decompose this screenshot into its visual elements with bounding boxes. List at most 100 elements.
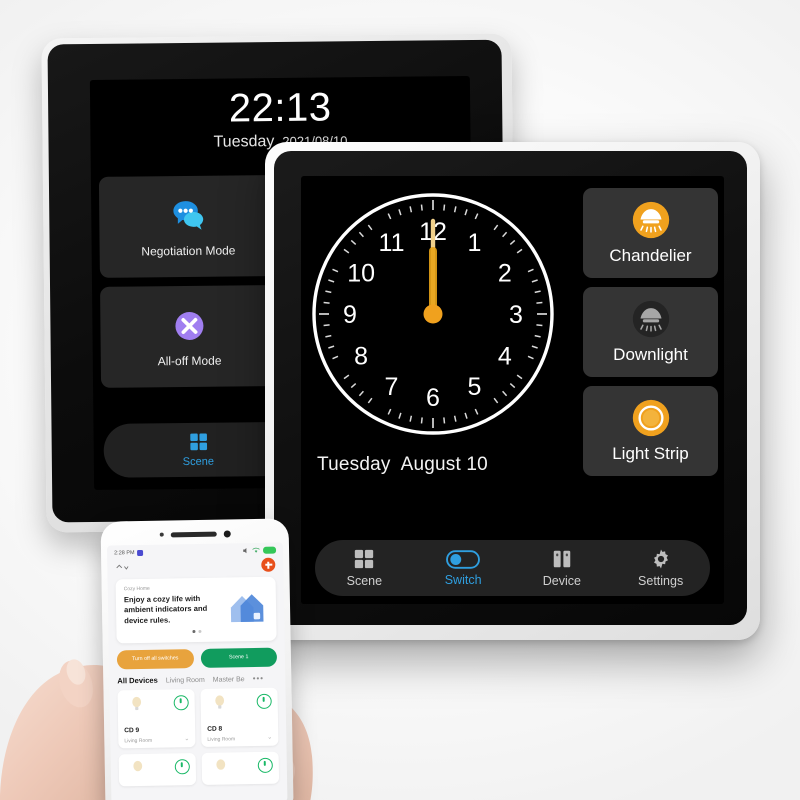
front-weekday: Tuesday [317,454,391,475]
sound-icon [243,547,247,554]
app-badge-icon [137,549,144,556]
power-toggle-icon[interactable] [174,758,190,775]
room-tab-living-room[interactable]: Living Room [166,677,205,685]
clock-numeral: 11 [379,229,405,257]
home-selector-icon[interactable] [115,563,129,572]
chevron-down-icon[interactable]: ⌄ [267,733,272,740]
scene-card-negotiation[interactable]: Negotiation Mode [98,175,278,278]
nav-label: Device [542,574,581,588]
device-name: CD 9 [124,726,140,735]
gear-icon [653,549,668,569]
chandelier-lamp-icon [632,201,669,239]
scene-label: All-off Mode [157,353,222,369]
quick-action-row: Turn off all switches Scene 1 [109,640,285,670]
bulb-icon [216,759,226,770]
scene-label: Negotiation Mode [141,243,236,259]
device-name: CD 8 [207,725,223,733]
analog-clock: 121234567891011 [307,188,559,440]
nav-label: Scene [346,574,383,588]
clock-face: 121234567891011 [312,193,554,435]
nav-item-settings[interactable]: Settings [611,548,710,588]
device-label: Downlight [613,345,688,364]
phone-top-row [107,553,283,574]
turn-off-all-switches-button[interactable]: Turn off all switches [116,648,194,670]
front-date-row: Tuesday August 10 [317,454,488,476]
room-tabs[interactable]: All Devices Living Room Master Be ••• [109,666,285,686]
device-card-column: Chandelier Downlight Light Strip [583,188,718,476]
clock-numeral: 9 [343,301,357,329]
clock-numeral: 8 [354,343,368,371]
device-room: Living Room [124,737,153,745]
room-tab-master-bedroom[interactable]: Master Be [213,676,245,684]
chat-bubbles-icon [173,201,203,230]
power-toggle-icon[interactable] [256,693,272,709]
house-illustration-icon [230,594,264,623]
earpiece-speaker [170,531,217,537]
clock-numeral: 4 [498,343,512,371]
front-monthday: August 10 [400,454,488,475]
device-card-chandelier[interactable]: Chandelier [583,188,718,278]
clock-numeral: 5 [468,373,482,401]
scene-1-button[interactable]: Scene 1 [200,647,278,668]
close-circle-icon [175,311,204,340]
clock-center-pin [423,304,443,324]
clock-numeral: 3 [509,301,523,329]
smartphone[interactable]: 2:28 PM Cozy Home Enjoy a cozy life with… [100,518,294,800]
device-card-downlight[interactable]: Downlight [583,287,718,377]
back-time: 22:13 [228,85,332,131]
carousel-dot[interactable] [191,629,195,633]
wifi-icon [252,547,260,553]
downlight-lamp-icon [632,300,669,338]
chevron-down-icon[interactable]: ⌄ [184,735,189,742]
cozy-home-banner[interactable]: Cozy Home Enjoy a cozy life with ambient… [115,576,277,644]
nav-label: Switch [444,572,482,587]
front-sensor-icon [159,532,164,537]
device-label: Light Strip [612,444,689,463]
grid-icon [355,549,374,569]
phone-device-tile[interactable]: CD 8 Living Room ⌄ [200,687,279,747]
bulb-icon [133,760,143,771]
device-card-light-strip[interactable]: Light Strip [583,386,718,476]
status-left: 2:28 PM [114,549,144,556]
bulb-icon [132,696,142,710]
power-toggle-icon[interactable] [173,694,189,711]
device-icon [553,550,571,568]
device-label: Chandelier [609,246,692,265]
clock-numeral: 2 [498,260,512,288]
banner-message: Enjoy a cozy life with ambient indicator… [123,593,208,625]
front-bottom-nav[interactable]: Scene Switch Device Settings [315,540,710,596]
bulb-icon [215,695,225,709]
scene-card-all-off[interactable]: All-off Mode [100,285,279,388]
toggle-icon [446,549,481,569]
clock-numeral: 10 [347,260,375,288]
carousel-dots[interactable] [124,628,268,634]
nav-item-switch[interactable]: Switch [414,549,513,587]
battery-icon [262,546,277,554]
add-device-button[interactable] [261,557,276,572]
front-smart-panel[interactable]: 121234567891011 Tuesday August 10 [265,142,760,640]
phone-device-tile[interactable] [201,751,280,785]
power-toggle-icon[interactable] [257,757,273,773]
nav-item-device[interactable]: Device [513,548,612,588]
room-tab-all-devices[interactable]: All Devices [117,675,158,685]
status-time: 2:28 PM [114,549,135,556]
phone-screen[interactable]: 2:28 PM Cozy Home Enjoy a cozy life with… [106,542,288,800]
grid-icon [189,433,207,451]
phone-device-tile[interactable] [118,752,197,787]
nav-label: Settings [638,574,684,588]
nav-item-scene[interactable]: Scene [315,548,414,588]
phone-device-tile[interactable]: CD 9 Living Room ⌄ [117,688,196,749]
screenshot-stage: 22:13 Tuesday 2021/08/10 [0,0,800,800]
clock-numeral: 1 [468,229,482,257]
clock-numeral: 7 [385,373,399,401]
front-panel-screen[interactable]: 121234567891011 Tuesday August 10 [301,176,724,604]
phone-device-grid: CD 9 Living Room ⌄ CD 8 Living Room ⌄ [109,682,287,787]
device-room: Living Room [207,736,236,743]
tabs-overflow-icon[interactable]: ••• [253,674,265,683]
status-right [242,546,277,555]
back-nav-label: Scene [182,455,215,469]
carousel-dot[interactable] [197,629,201,633]
front-camera-icon [223,529,231,538]
clock-numeral: 6 [426,384,440,412]
light-strip-ring-icon [632,399,669,437]
